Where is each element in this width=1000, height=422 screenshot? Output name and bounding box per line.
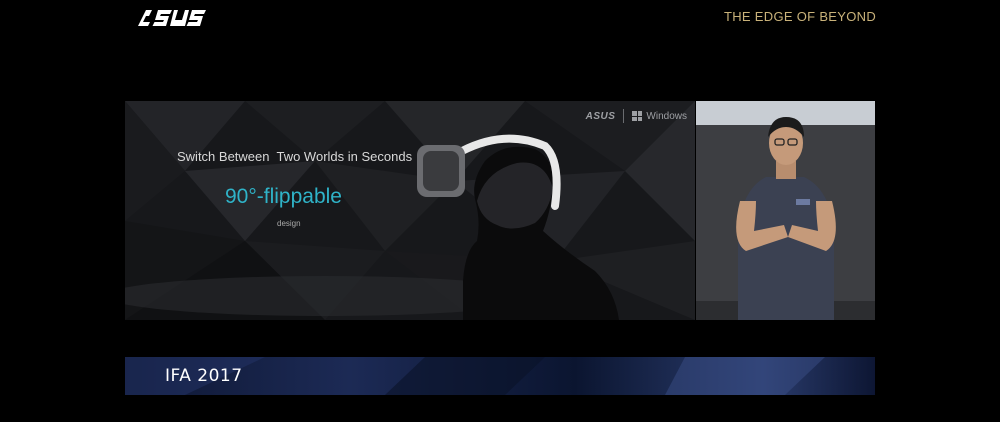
windows-label: Windows	[646, 110, 687, 122]
slide-brand-strip: ASUS Windows	[586, 109, 687, 123]
presenter-image	[696, 101, 875, 320]
slide-asus-logo: ASUS	[585, 110, 616, 122]
feature-title: 90°-flippable	[225, 185, 342, 208]
asus-logo	[138, 10, 206, 26]
presentation-slide: ASUS Windows Switch Between Two Worlds i…	[125, 101, 695, 320]
slide-headline: Switch Between Two Worlds in Seconds	[177, 149, 413, 164]
slide-background-image	[125, 101, 695, 320]
event-banner: IFA 2017	[125, 357, 875, 395]
brand-divider	[623, 109, 625, 123]
event-label: IFA 2017	[165, 366, 243, 386]
windows-icon	[632, 111, 643, 121]
tagline: THE EDGE OF BEYOND	[724, 9, 877, 24]
presenter-camera-feed	[696, 101, 875, 320]
windows-badge: Windows	[632, 111, 687, 122]
feature-subtitle: design	[277, 219, 301, 228]
